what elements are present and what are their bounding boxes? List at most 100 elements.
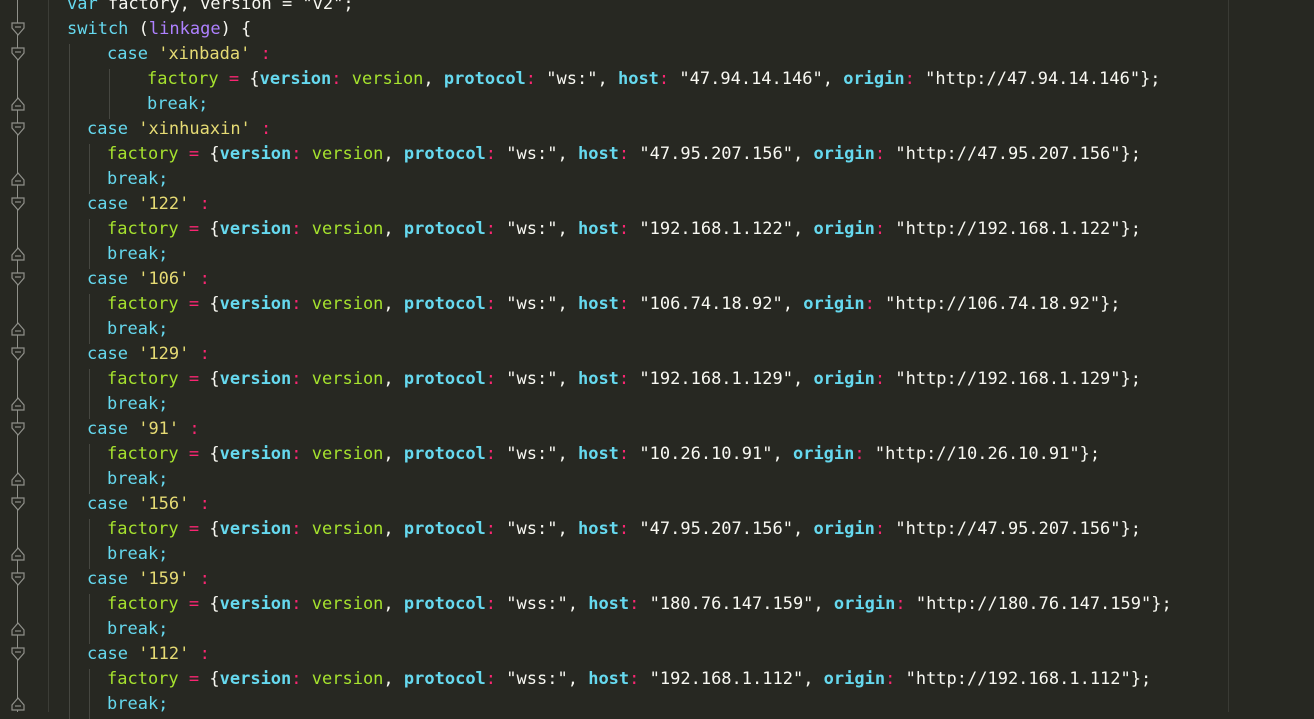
- code-editor[interactable]: var factory, version = "v2"; switch (lin…: [0, 0, 1314, 719]
- colon: :: [485, 669, 497, 689]
- keyword-break: break;: [107, 469, 169, 489]
- comma: ,: [557, 444, 578, 464]
- keyword-case: case: [87, 419, 128, 439]
- host-value: "192.168.1.112": [649, 669, 804, 689]
- assign-operator: =: [178, 219, 210, 239]
- host-key: host: [577, 369, 619, 389]
- version-value: version: [341, 69, 424, 89]
- host-value: "47.95.207.156": [639, 144, 793, 164]
- comma: ,: [557, 369, 578, 389]
- protocol-key: protocol: [403, 444, 486, 464]
- host-value: "106.74.18.92": [639, 294, 783, 314]
- protocol-value: "ws:": [506, 519, 558, 539]
- indent-guide: [69, 569, 70, 644]
- version-key: version: [259, 69, 332, 89]
- factory-variable: factory: [107, 444, 179, 464]
- comma: ,: [772, 444, 793, 464]
- code-line-break: break;: [107, 392, 168, 417]
- colon: :: [485, 294, 497, 314]
- version-value: version: [301, 144, 384, 164]
- protocol-value: "ws:": [506, 369, 558, 389]
- indent-guide: [89, 594, 90, 644]
- indent-guide: [89, 219, 90, 269]
- paren-open: (: [128, 19, 149, 39]
- code-line-case: case '156' :: [87, 492, 210, 517]
- open-brace: {: [209, 669, 220, 689]
- colon: :: [874, 369, 886, 389]
- version-key: version: [219, 144, 292, 164]
- case-colon: :: [189, 269, 210, 289]
- origin-key: origin: [823, 669, 886, 689]
- comma: ,: [557, 219, 578, 239]
- code-line-case: case '106' :: [87, 267, 210, 292]
- close-brace: };: [1079, 444, 1101, 464]
- colon: :: [485, 219, 497, 239]
- code-line-break: break;: [107, 467, 168, 492]
- keyword-break: break;: [107, 319, 169, 339]
- colon: :: [618, 219, 630, 239]
- case-label: '156': [138, 494, 190, 514]
- version-value: version: [301, 519, 384, 539]
- assign-operator: =: [218, 69, 250, 89]
- open-brace: {: [209, 369, 220, 389]
- comma: ,: [792, 519, 814, 539]
- colon: :: [904, 69, 915, 89]
- keyword-case: case: [87, 494, 128, 514]
- host-key: host: [577, 444, 619, 464]
- colon: :: [874, 219, 886, 239]
- assign-operator: =: [178, 669, 210, 689]
- assign-operator: =: [178, 294, 210, 314]
- comma: ,: [383, 444, 404, 464]
- origin-value: "http://106.74.18.92": [885, 294, 1101, 314]
- close-brace: };: [1120, 219, 1142, 239]
- colon: :: [485, 519, 497, 539]
- code-line-case: case '122' :: [87, 192, 210, 217]
- keyword-break: break;: [107, 619, 169, 639]
- version-value: version: [301, 294, 384, 314]
- comma: ,: [813, 594, 834, 614]
- colon: :: [658, 69, 670, 89]
- code-line-break: break;: [107, 617, 168, 642]
- comma: ,: [557, 294, 578, 314]
- code-line-case: case '91' :: [87, 417, 200, 442]
- case-label: '106': [138, 269, 190, 289]
- colon: :: [618, 144, 630, 164]
- code-area[interactable]: var factory, version = "v2"; switch (lin…: [0, 0, 1314, 719]
- indent-guide: [69, 344, 70, 419]
- origin-key: origin: [813, 519, 875, 539]
- code-line-factory-assignment: factory = {version: version, protocol: "…: [107, 367, 1141, 392]
- indent-guide: [69, 44, 70, 119]
- colon: :: [291, 369, 302, 389]
- assign-operator: =: [178, 369, 210, 389]
- protocol-key: protocol: [403, 519, 486, 539]
- host-value: "192.168.1.129": [639, 369, 793, 389]
- version-key: version: [219, 519, 292, 539]
- colon: :: [618, 369, 630, 389]
- protocol-key: protocol: [403, 594, 486, 614]
- factory-variable: factory: [107, 519, 179, 539]
- comma: ,: [803, 669, 824, 689]
- origin-key: origin: [792, 444, 855, 464]
- origin-key: origin: [833, 594, 896, 614]
- open-brace: {: [209, 444, 220, 464]
- close-brace: };: [1130, 669, 1152, 689]
- colon: :: [291, 219, 302, 239]
- indent-guide: [69, 644, 70, 719]
- origin-value: "http://10.26.10.91": [874, 444, 1080, 464]
- protocol-key: protocol: [403, 144, 486, 164]
